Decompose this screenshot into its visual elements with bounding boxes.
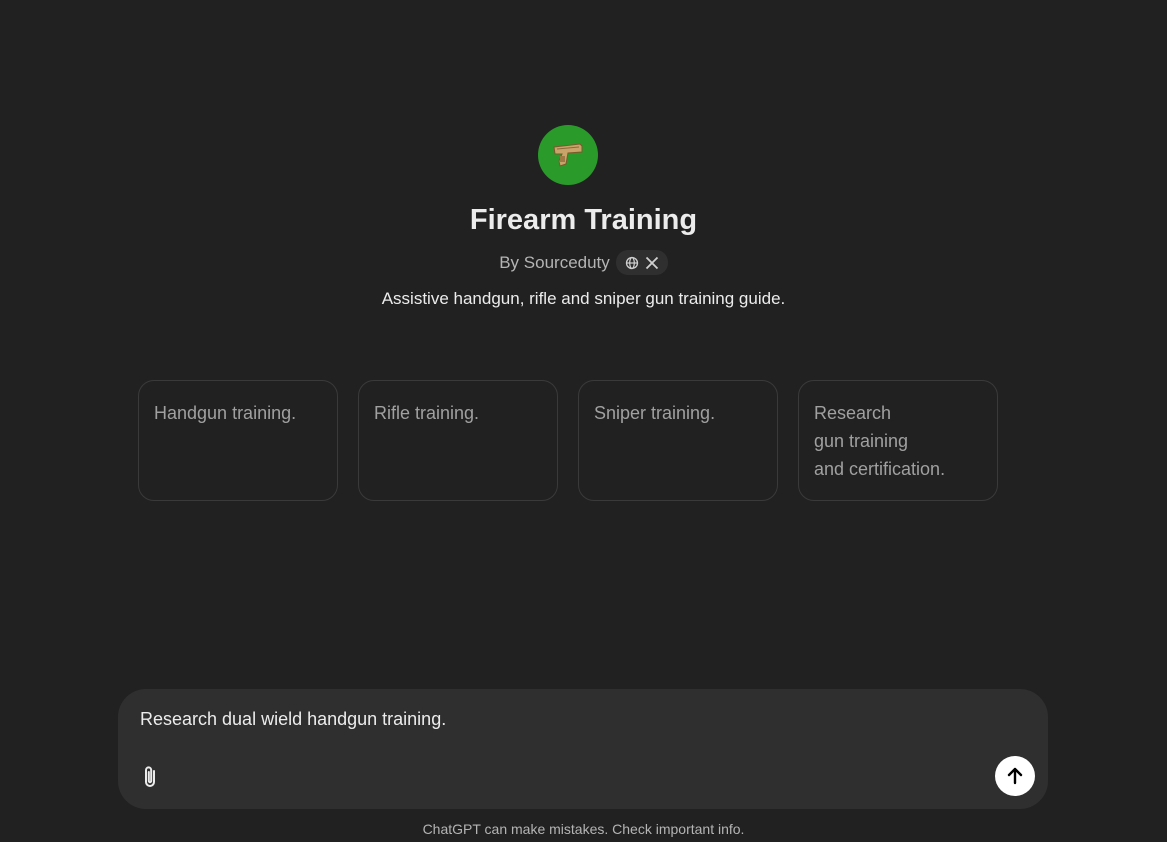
starter-text: and certification. bbox=[814, 459, 946, 479]
send-button[interactable] bbox=[995, 756, 1035, 796]
starter-text: Handgun training. bbox=[154, 403, 297, 423]
gpt-description: Assistive handgun, rifle and sniper gun … bbox=[381, 289, 786, 308]
starter-text: Rifle training. bbox=[374, 403, 480, 423]
gpt-byline-row: By Sourceduty bbox=[0, 250, 1167, 275]
social-links bbox=[615, 250, 668, 275]
starter-card[interactable]: Sniper training. bbox=[578, 380, 778, 501]
gpt-avatar bbox=[538, 125, 598, 185]
message-input[interactable]: Research dual wield handgun training. bbox=[140, 709, 446, 730]
chat-page: Firearm Training By Sourceduty Assistive… bbox=[0, 0, 1167, 842]
x-icon[interactable] bbox=[645, 256, 659, 270]
starter-text: gun training bbox=[814, 431, 909, 451]
starter-card[interactable]: Research gun training and certification. bbox=[798, 380, 998, 501]
message-composer: Research dual wield handgun training. bbox=[118, 689, 1048, 809]
globe-icon[interactable] bbox=[625, 256, 639, 270]
starter-text: Research bbox=[814, 403, 892, 423]
author-label: By Sourceduty bbox=[499, 252, 610, 272]
gpt-name: Firearm Training bbox=[469, 204, 698, 236]
conversation-starters: Handgun training. Rifle training. Sniper… bbox=[138, 380, 998, 501]
starter-text: Sniper training. bbox=[594, 403, 716, 423]
starter-card[interactable]: Handgun training. bbox=[138, 380, 338, 501]
arrow-up-icon bbox=[1007, 767, 1023, 785]
starter-card[interactable]: Rifle training. bbox=[358, 380, 558, 501]
paperclip-icon[interactable] bbox=[138, 764, 164, 790]
handgun-icon bbox=[553, 143, 583, 167]
disclaimer: ChatGPT can make mistakes. Check importa… bbox=[422, 821, 745, 837]
